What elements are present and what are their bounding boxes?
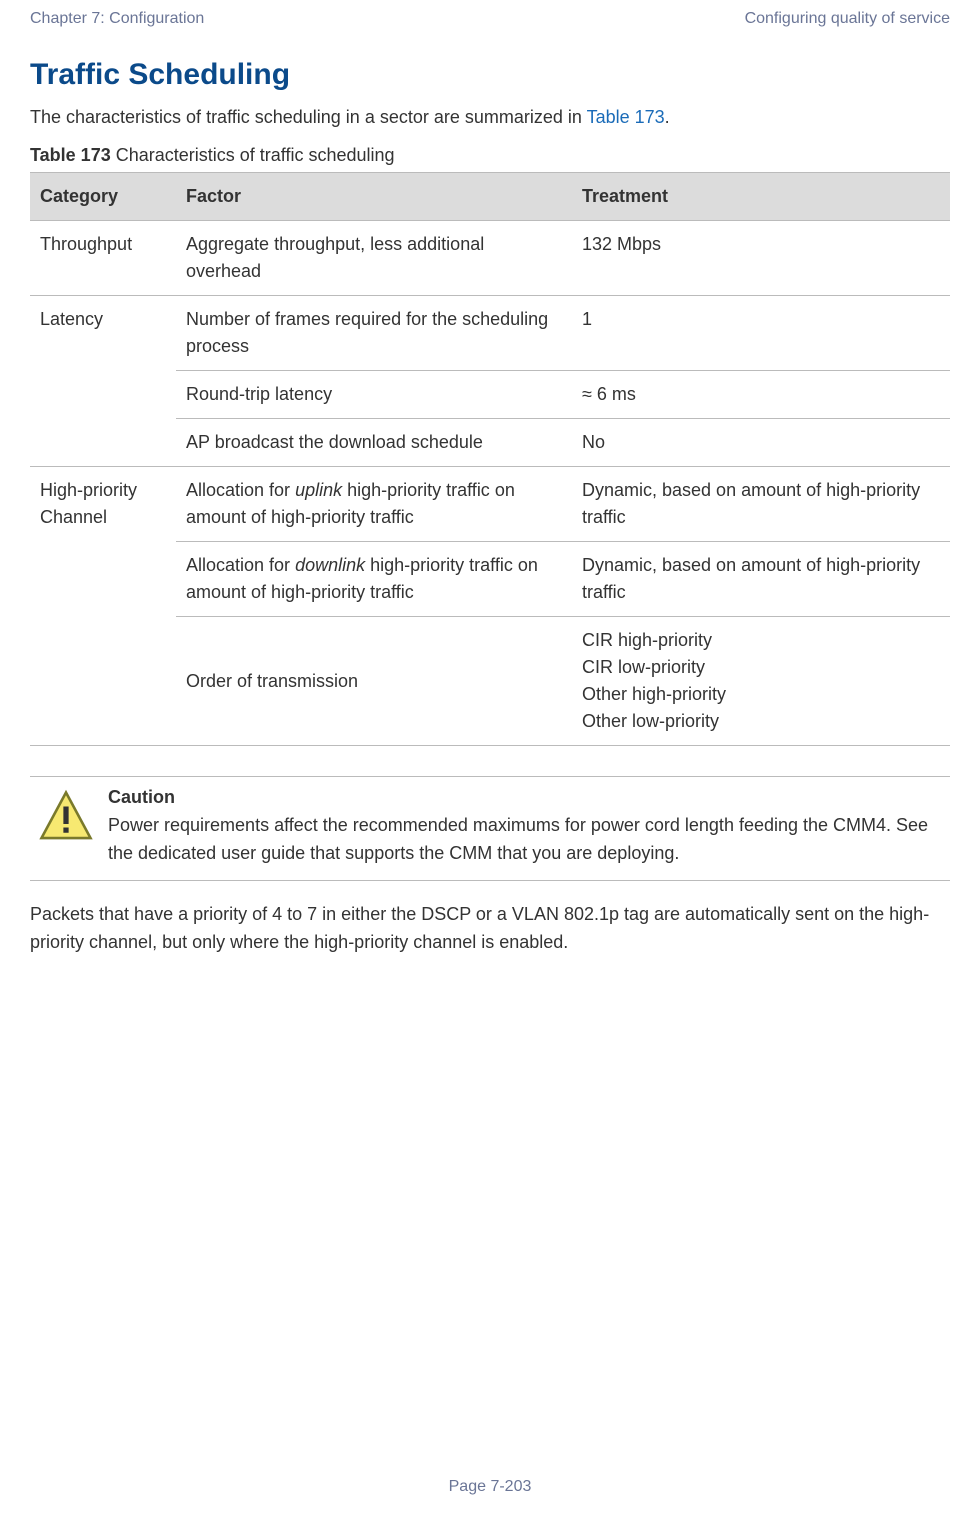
intro-text-after: . [665, 107, 670, 127]
cell-factor: Allocation for downlink high-priority tr… [176, 542, 572, 617]
cell-treatment: 1 [572, 296, 950, 371]
treatment-line: Other high-priority [582, 681, 940, 708]
cell-treatment: CIR high-priority CIR low-priority Other… [572, 617, 950, 746]
caution-content: Caution Power requirements affect the re… [108, 787, 942, 868]
col-treatment: Treatment [572, 173, 950, 221]
cell-treatment: ≈ 6 ms [572, 371, 950, 419]
text-em: downlink [295, 555, 365, 575]
treatment-line: CIR high-priority [582, 627, 940, 654]
caution-icon [38, 787, 94, 868]
cell-treatment: No [572, 419, 950, 467]
table-row: Latency Number of frames required for th… [30, 296, 950, 371]
table-row: Throughput Aggregate throughput, less ad… [30, 221, 950, 296]
header-right: Configuring quality of service [745, 10, 950, 28]
cell-factor: Round-trip latency [176, 371, 572, 419]
cell-factor: Allocation for uplink high-priority traf… [176, 467, 572, 542]
table-caption: Table 173 Characteristics of traffic sch… [30, 145, 950, 166]
table-header-row: Category Factor Treatment [30, 173, 950, 221]
intro-text: The characteristics of traffic schedulin… [30, 107, 587, 127]
treatment-line: Other low-priority [582, 708, 940, 735]
caution-callout: Caution Power requirements affect the re… [30, 776, 950, 881]
cell-factor: Number of frames required for the schedu… [176, 296, 572, 371]
table-ref-link[interactable]: Table 173 [587, 107, 665, 127]
intro-paragraph: The characteristics of traffic schedulin… [30, 104, 950, 131]
text: Allocation for [186, 555, 295, 575]
text: Allocation for [186, 480, 295, 500]
traffic-scheduling-table: Category Factor Treatment Throughput Agg… [30, 172, 950, 746]
page-footer: Page 7-203 [0, 1478, 980, 1496]
header-left: Chapter 7: Configuration [30, 10, 204, 28]
col-category: Category [30, 173, 176, 221]
cell-factor: Order of transmission [176, 617, 572, 746]
text-em: uplink [295, 480, 342, 500]
treatment-line: CIR low-priority [582, 654, 940, 681]
table-row: High-priority Channel Allocation for upl… [30, 467, 950, 542]
cell-factor: AP broadcast the download schedule [176, 419, 572, 467]
cell-factor: Aggregate throughput, less additional ov… [176, 221, 572, 296]
body-paragraph: Packets that have a priority of 4 to 7 i… [30, 901, 950, 957]
col-factor: Factor [176, 173, 572, 221]
caution-title: Caution [108, 787, 942, 808]
page-header: Chapter 7: Configuration Configuring qua… [30, 10, 950, 28]
table-caption-number: Table 173 [30, 145, 111, 165]
cell-category: Latency [30, 296, 176, 467]
cell-category: High-priority Channel [30, 467, 176, 746]
caution-body: Power requirements affect the recommende… [108, 812, 942, 868]
page-title: Traffic Scheduling [30, 58, 950, 92]
cell-treatment: Dynamic, based on amount of high-priorit… [572, 467, 950, 542]
cell-category: Throughput [30, 221, 176, 296]
cell-treatment: Dynamic, based on amount of high-priorit… [572, 542, 950, 617]
cell-treatment: 132 Mbps [572, 221, 950, 296]
table-caption-text: Characteristics of traffic scheduling [111, 145, 395, 165]
